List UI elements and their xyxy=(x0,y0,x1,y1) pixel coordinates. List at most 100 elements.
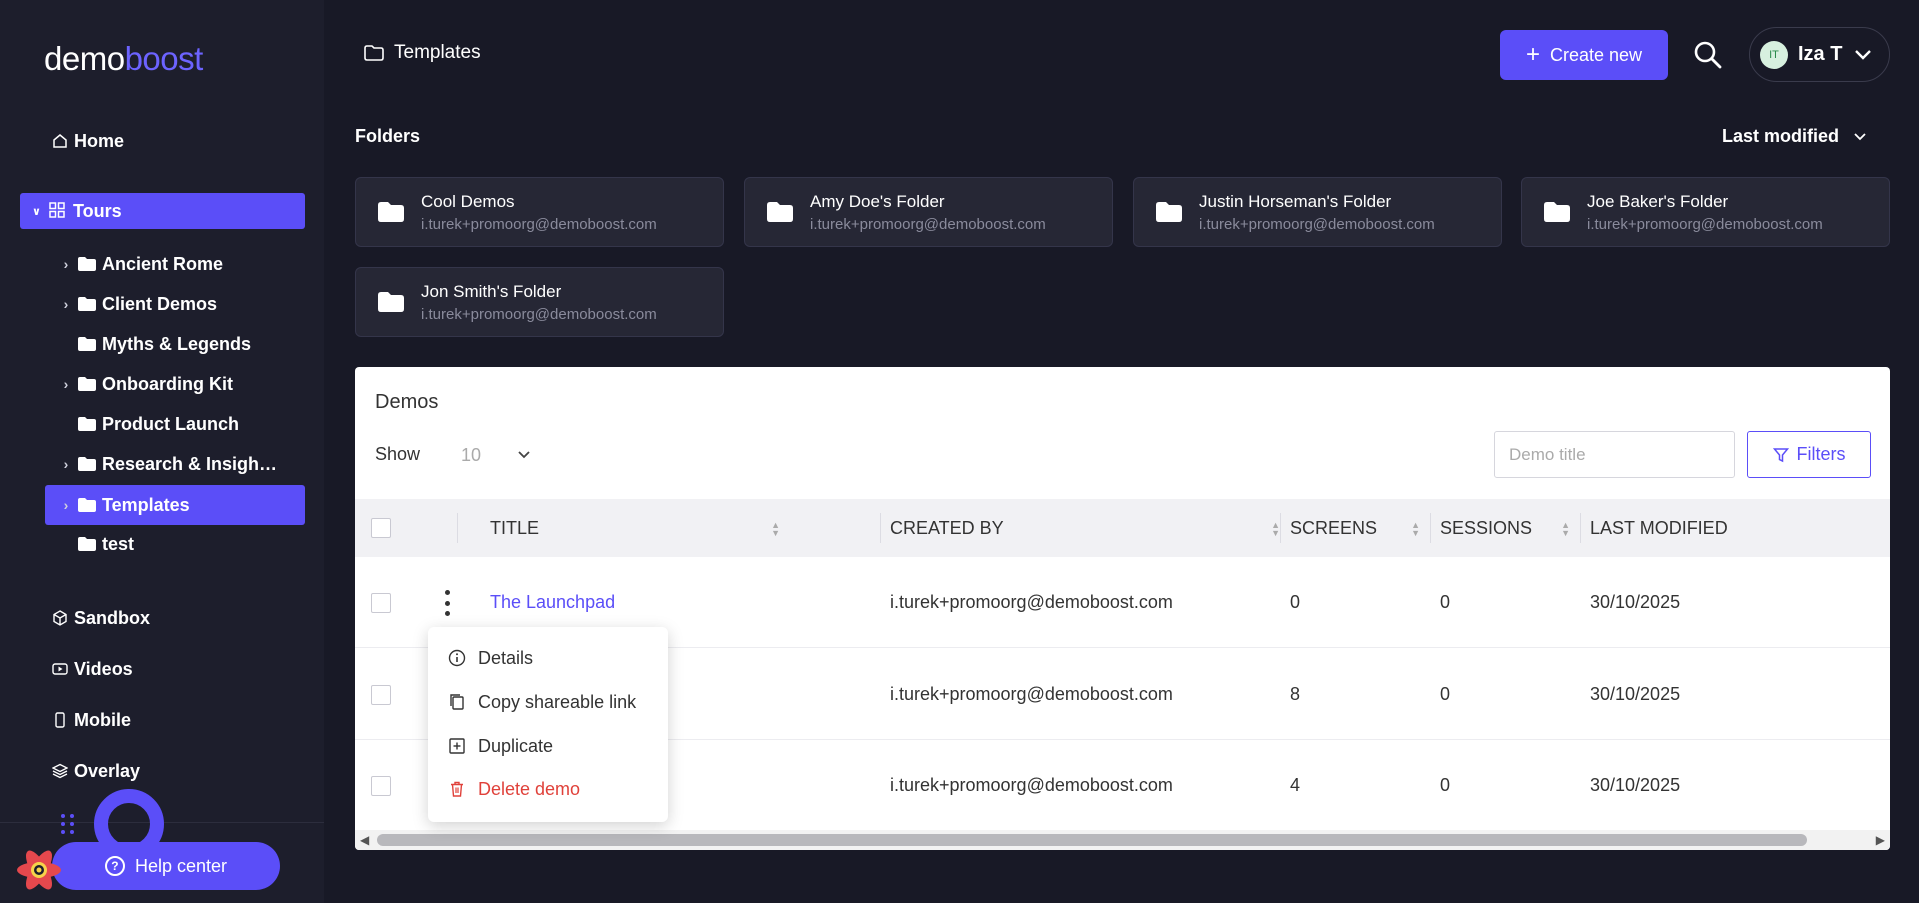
menu-item-details[interactable]: Details xyxy=(448,643,533,673)
created-by-cell: i.turek+promoorg@demoboost.com xyxy=(890,592,1173,612)
tree-item-myths-legends[interactable]: Myths & Legends xyxy=(58,327,305,361)
tree-item-onboarding-kit[interactable]: › Onboarding Kit xyxy=(58,367,305,401)
row-context-menu: Details Copy shareable link Duplicate De… xyxy=(428,627,668,822)
sessions-cell: 0 xyxy=(1440,592,1451,612)
sort-icon: ▲ ▼ xyxy=(1271,520,1280,538)
create-new-button[interactable]: + Create new xyxy=(1500,30,1668,80)
created-by-cell: i.turek+promoorg@demoboost.com xyxy=(890,684,1173,704)
tree-item-ancient-rome[interactable]: › Ancient Rome xyxy=(58,247,305,281)
folder-outline-icon xyxy=(364,45,384,61)
tree-item-product-launch[interactable]: Product Launch xyxy=(58,407,305,441)
last-modified-cell: 30/10/2025 xyxy=(1590,775,1681,795)
filter-icon xyxy=(1772,447,1789,462)
chevron-right-icon[interactable]: › xyxy=(58,296,74,312)
menu-item-duplicate[interactable]: Duplicate xyxy=(448,731,553,761)
search-icon[interactable] xyxy=(1693,40,1723,70)
tree-item-label: test xyxy=(102,533,135,554)
folder-icon xyxy=(78,537,96,551)
folders-title: Folders xyxy=(355,126,421,146)
page-size-value: 10 xyxy=(461,444,482,465)
menu-item-copy-link[interactable]: Copy shareable link xyxy=(448,687,636,717)
tree-item-test[interactable]: test xyxy=(58,527,305,561)
select-all-checkbox[interactable] xyxy=(371,518,391,538)
folder-owner: i.turek+promoorg@demoboost.com xyxy=(421,305,657,323)
chevron-down-icon xyxy=(518,451,530,459)
row-checkbox[interactable] xyxy=(371,776,391,796)
demo-title-search-input[interactable] xyxy=(1494,431,1735,478)
tree-item-label: Myths & Legends xyxy=(102,333,252,354)
row-checkbox[interactable] xyxy=(371,685,391,705)
tree-item-research-insights[interactable]: › Research & Insigh… xyxy=(58,447,305,481)
column-header-screens[interactable]: SCREENS ▲ ▼ xyxy=(1290,499,1430,557)
sidebar-item-label: Tours xyxy=(72,200,122,221)
info-icon xyxy=(448,649,466,667)
logo-text-boost: boost xyxy=(124,40,204,77)
menu-item-delete-demo[interactable]: Delete demo xyxy=(448,774,580,804)
cube-icon xyxy=(50,608,70,628)
tree-item-label: Research & Insigh… xyxy=(102,453,278,474)
column-header-title[interactable]: TITLE ▲ ▼ xyxy=(490,499,790,557)
sidebar-item-videos[interactable]: Videos xyxy=(50,652,133,686)
folder-icon xyxy=(78,337,96,351)
tree-item-templates[interactable]: › Templates xyxy=(45,485,305,525)
sidebar-item-home[interactable]: Home xyxy=(50,124,124,158)
folder-name: Amy Doe's Folder xyxy=(810,191,945,211)
plus-icon: + xyxy=(1525,41,1540,68)
scrollbar-thumb[interactable] xyxy=(377,834,1807,846)
tree-item-label: Templates xyxy=(102,494,190,515)
chevron-right-icon[interactable]: › xyxy=(58,256,74,272)
folder-icon xyxy=(78,297,96,311)
react-devtools-icon[interactable] xyxy=(14,845,64,895)
drag-handle-icon[interactable] xyxy=(60,813,76,835)
brand-logo[interactable]: demoboost xyxy=(44,40,203,78)
scroll-left-icon[interactable]: ◀ xyxy=(360,833,369,847)
sidebar-item-tours[interactable]: ∨ Tours xyxy=(20,193,305,229)
sidebar-item-label: Home xyxy=(74,130,125,151)
sidebar-item-sandbox[interactable]: Sandbox xyxy=(50,601,150,635)
sidebar-item-mobile[interactable]: Mobile xyxy=(50,703,131,737)
created-by-cell: i.turek+promoorg@demoboost.com xyxy=(890,775,1173,795)
row-checkbox[interactable] xyxy=(371,593,391,613)
last-modified-cell: 30/10/2025 xyxy=(1590,684,1681,704)
folder-card[interactable]: Cool Demos i.turek+promoorg@demoboost.co… xyxy=(355,177,724,247)
chevron-down-icon xyxy=(1854,132,1866,140)
sidebar-item-label: Sandbox xyxy=(74,607,151,628)
help-center-label: Help center xyxy=(134,855,228,876)
scroll-right-icon[interactable]: ▶ xyxy=(1876,833,1885,847)
sidebar-item-overlay[interactable]: Overlay xyxy=(50,754,140,788)
horizontal-scrollbar[interactable]: ◀ ▶ xyxy=(355,830,1890,850)
folder-icon xyxy=(78,457,96,471)
folder-card[interactable]: Justin Horseman's Folder i.turek+promoor… xyxy=(1133,177,1502,247)
help-center-button[interactable]: ? Help center xyxy=(52,842,280,890)
column-header-created-by[interactable]: CREATED BY ▲ ▼ xyxy=(890,499,1290,557)
folder-card[interactable]: Joe Baker's Folder i.turek+promoorg@demo… xyxy=(1521,177,1890,247)
tree-item-label: Onboarding Kit xyxy=(102,373,233,394)
filters-button[interactable]: Filters xyxy=(1747,431,1871,478)
more-actions-icon[interactable] xyxy=(444,590,450,616)
column-header-sessions[interactable]: SESSIONS ▲ ▼ xyxy=(1440,499,1580,557)
folder-icon xyxy=(78,377,96,391)
home-icon xyxy=(50,131,70,151)
folder-name: Justin Horseman's Folder xyxy=(1199,191,1392,211)
show-label: Show xyxy=(375,444,421,464)
folder-owner: i.turek+promoorg@demoboost.com xyxy=(810,215,1046,233)
folder-icon xyxy=(78,257,96,271)
folder-icon xyxy=(78,417,96,431)
chevron-right-icon[interactable]: › xyxy=(58,456,74,472)
folder-card[interactable]: Jon Smith's Folder i.turek+promoorg@demo… xyxy=(355,267,724,337)
chevron-right-icon[interactable]: › xyxy=(58,497,74,513)
folder-card[interactable]: Amy Doe's Folder i.turek+promoorg@demobo… xyxy=(744,177,1113,247)
sessions-cell: 0 xyxy=(1440,775,1451,795)
folder-icon xyxy=(78,498,96,512)
folder-icon xyxy=(767,202,793,222)
chevron-down-icon xyxy=(1855,49,1872,60)
user-menu[interactable]: IT Iza T xyxy=(1749,27,1890,82)
tree-item-label: Ancient Rome xyxy=(102,253,224,274)
folder-icon xyxy=(1156,202,1182,222)
user-name: Iza T xyxy=(1798,43,1843,65)
sort-dropdown[interactable]: Last modified xyxy=(1722,126,1867,147)
column-header-last-modified[interactable]: LAST MODIFIED xyxy=(1590,499,1840,557)
tree-item-client-demos[interactable]: › Client Demos xyxy=(58,287,305,321)
page-size-select[interactable]: 10 xyxy=(451,440,531,470)
chevron-right-icon[interactable]: › xyxy=(58,376,74,392)
